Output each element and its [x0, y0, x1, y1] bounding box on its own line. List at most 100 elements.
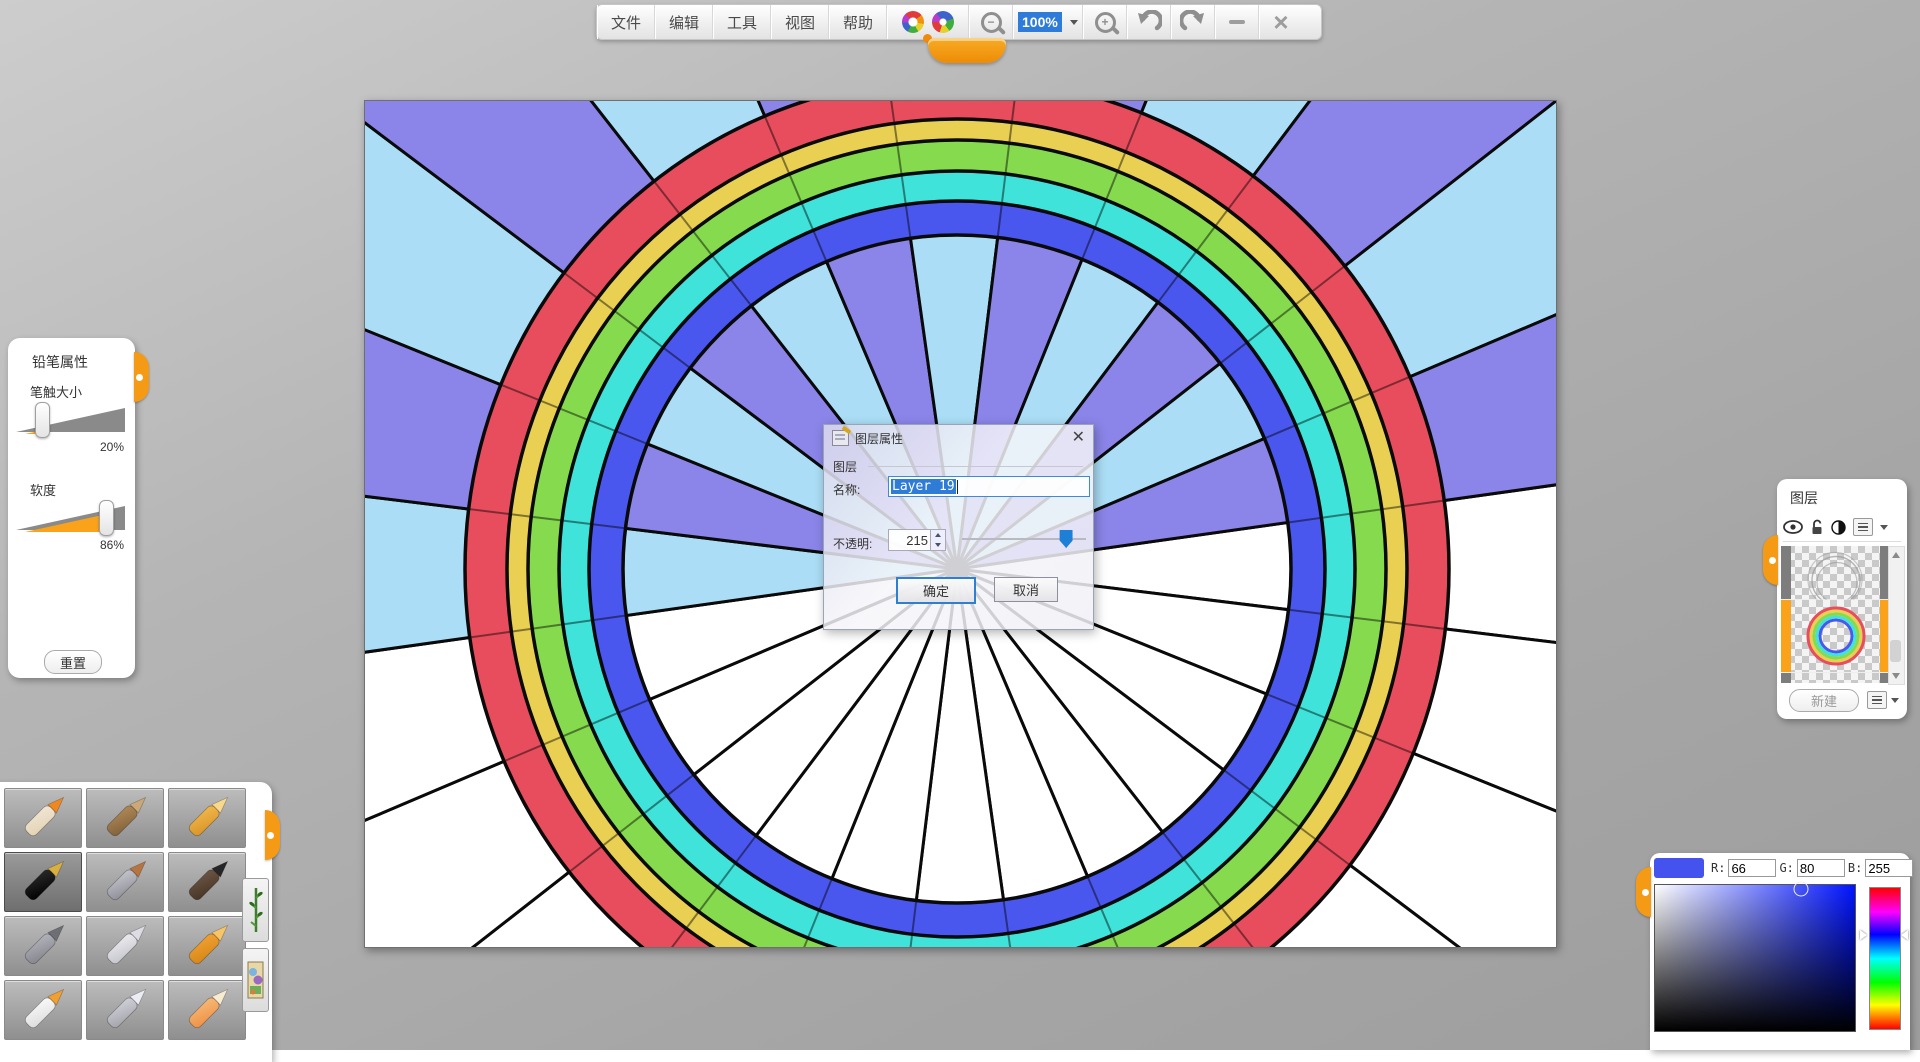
chevron-down-icon[interactable]: [1880, 525, 1888, 530]
brush-size-value: 20%: [100, 440, 124, 454]
pastel-stick-icon: [93, 793, 157, 843]
layer-visibility-eye-icon[interactable]: [1783, 520, 1803, 534]
hue-strip[interactable]: [1869, 887, 1901, 1030]
mascot-left-eye-icon: [902, 11, 924, 33]
layers-options-menu-icon[interactable]: [1867, 691, 1887, 709]
menu-view[interactable]: 视图: [771, 5, 829, 39]
opacity-value: 215: [889, 533, 930, 548]
paint-roller-icon: [175, 921, 239, 971]
brush-size-label: 笔触大小: [30, 382, 82, 401]
softness-slider[interactable]: [16, 500, 126, 536]
hue-marker-left-icon[interactable]: [1860, 930, 1867, 940]
opacity-slider-handle[interactable]: [1060, 530, 1073, 548]
tool-flat-brush[interactable]: [86, 852, 164, 912]
layer-item-partial[interactable]: [1781, 673, 1890, 683]
spin-up-button[interactable]: [931, 530, 945, 540]
panel-collapse-handle[interactable]: [1763, 535, 1778, 585]
layer-blend-contrast-icon[interactable]: [1831, 520, 1846, 535]
minimize-button[interactable]: [1215, 5, 1259, 39]
scrollbar-thumb[interactable]: [1890, 640, 1901, 662]
nature-brushes-button[interactable]: [242, 878, 269, 942]
menu-file[interactable]: 文件: [597, 5, 655, 39]
chevron-down-icon[interactable]: [1070, 20, 1078, 25]
tools-palette: [0, 782, 272, 1062]
panel-collapse-handle[interactable]: [134, 352, 149, 402]
opacity-label: 不透明:: [833, 535, 872, 552]
zoom-in-icon: +: [1095, 12, 1116, 33]
redo-button[interactable]: [1171, 5, 1215, 39]
reset-button[interactable]: 重置: [44, 650, 102, 674]
saturation-value-area[interactable]: [1654, 884, 1856, 1032]
chevron-down-icon[interactable]: [1891, 698, 1899, 703]
pencil-properties-panel: 铅笔属性 笔触大小 20% 软度 86% 重置: [8, 338, 135, 678]
softness-label: 软度: [30, 480, 56, 499]
palette-side-strip: [242, 782, 268, 1062]
zoom-in-button[interactable]: +: [1083, 5, 1127, 39]
r-input[interactable]: [1728, 859, 1776, 877]
pencil-panel-title: 铅笔属性: [32, 352, 88, 372]
layer-menu-icon[interactable]: [1853, 518, 1873, 536]
tool-palette-knife[interactable]: [86, 916, 164, 976]
zoom-out-button[interactable]: −: [969, 5, 1013, 39]
slider-handle[interactable]: [99, 500, 114, 536]
crayon-icon: [175, 793, 239, 843]
tool-ink-brush[interactable]: [168, 852, 246, 912]
selected-text: Layer 19: [891, 479, 956, 494]
tool-eraser[interactable]: [168, 980, 246, 1040]
tool-spear-knife[interactable]: [86, 980, 164, 1040]
redo-icon: [1180, 10, 1206, 34]
stamps-button[interactable]: [242, 948, 269, 1012]
tool-marker-tube[interactable]: [4, 980, 82, 1040]
layer-name-input[interactable]: Layer 19: [888, 476, 1090, 497]
layer-list: [1781, 546, 1890, 683]
tool-airbrush[interactable]: [4, 916, 82, 976]
b-input[interactable]: [1865, 859, 1913, 877]
g-input[interactable]: [1797, 859, 1845, 877]
tool-crayon[interactable]: [168, 788, 246, 848]
zoom-level-value: 100%: [1018, 12, 1062, 32]
close-button[interactable]: ×: [1259, 5, 1302, 39]
layer-item-rainbow-selected[interactable]: [1781, 600, 1890, 672]
undo-button[interactable]: [1127, 5, 1171, 39]
tool-pastel-stick[interactable]: [86, 788, 164, 848]
fountain-pen-icon: [11, 857, 75, 907]
bamboo-icon: [248, 886, 264, 934]
dialog-titlebar[interactable]: 图层属性 ✕: [824, 425, 1093, 451]
main-toolbar: 文件 编辑 工具 视图 帮助 − 100% +: [596, 4, 1322, 40]
layer-properties-dialog: 图层属性 ✕ 图层 名称: Layer 19 不透明: 215 确定 取消: [823, 424, 1094, 630]
menu-help[interactable]: 帮助: [829, 5, 887, 39]
layer-thumbnail: [1796, 546, 1876, 599]
dialog-close-icon[interactable]: ✕: [1072, 430, 1085, 446]
slider-handle[interactable]: [35, 402, 50, 438]
scroll-down-icon[interactable]: [1892, 673, 1900, 679]
panel-collapse-handle[interactable]: [1636, 867, 1651, 917]
tool-paint-roller[interactable]: [168, 916, 246, 976]
new-layer-button[interactable]: 新建: [1789, 689, 1859, 712]
scroll-up-icon[interactable]: [1892, 552, 1900, 558]
airbrush-icon: [11, 921, 75, 971]
menu-edit[interactable]: 编辑: [655, 5, 713, 39]
opacity-spinner[interactable]: 215: [888, 529, 946, 551]
dialog-title: 图层属性: [855, 430, 903, 447]
hue-marker-right-icon[interactable]: [1901, 930, 1908, 940]
spear-knife-icon: [93, 985, 157, 1035]
cancel-button[interactable]: 取消: [994, 577, 1058, 602]
eraser-icon: [175, 985, 239, 1035]
layers-scrollbar[interactable]: [1888, 546, 1905, 685]
spin-down-button[interactable]: [931, 540, 945, 550]
mascot-right-eye-icon: [932, 11, 954, 33]
opacity-slider[interactable]: [962, 538, 1086, 540]
undo-icon: [1136, 10, 1162, 34]
brush-size-slider[interactable]: [16, 402, 126, 438]
layer-item-sketch[interactable]: [1781, 546, 1890, 599]
tool-fountain-pen[interactable]: [4, 852, 82, 912]
tool-pencil[interactable]: [4, 788, 82, 848]
color-cursor-icon[interactable]: [1794, 882, 1809, 897]
stamp-picture-icon: [247, 956, 264, 1004]
name-label: 名称:: [833, 481, 860, 498]
layers-panel: 图层: [1777, 479, 1907, 719]
layer-lock-icon[interactable]: [1810, 519, 1824, 535]
ok-button[interactable]: 确定: [896, 577, 976, 604]
zoom-level-combobox[interactable]: 100%: [1013, 5, 1083, 39]
menu-tools[interactable]: 工具: [713, 5, 771, 39]
